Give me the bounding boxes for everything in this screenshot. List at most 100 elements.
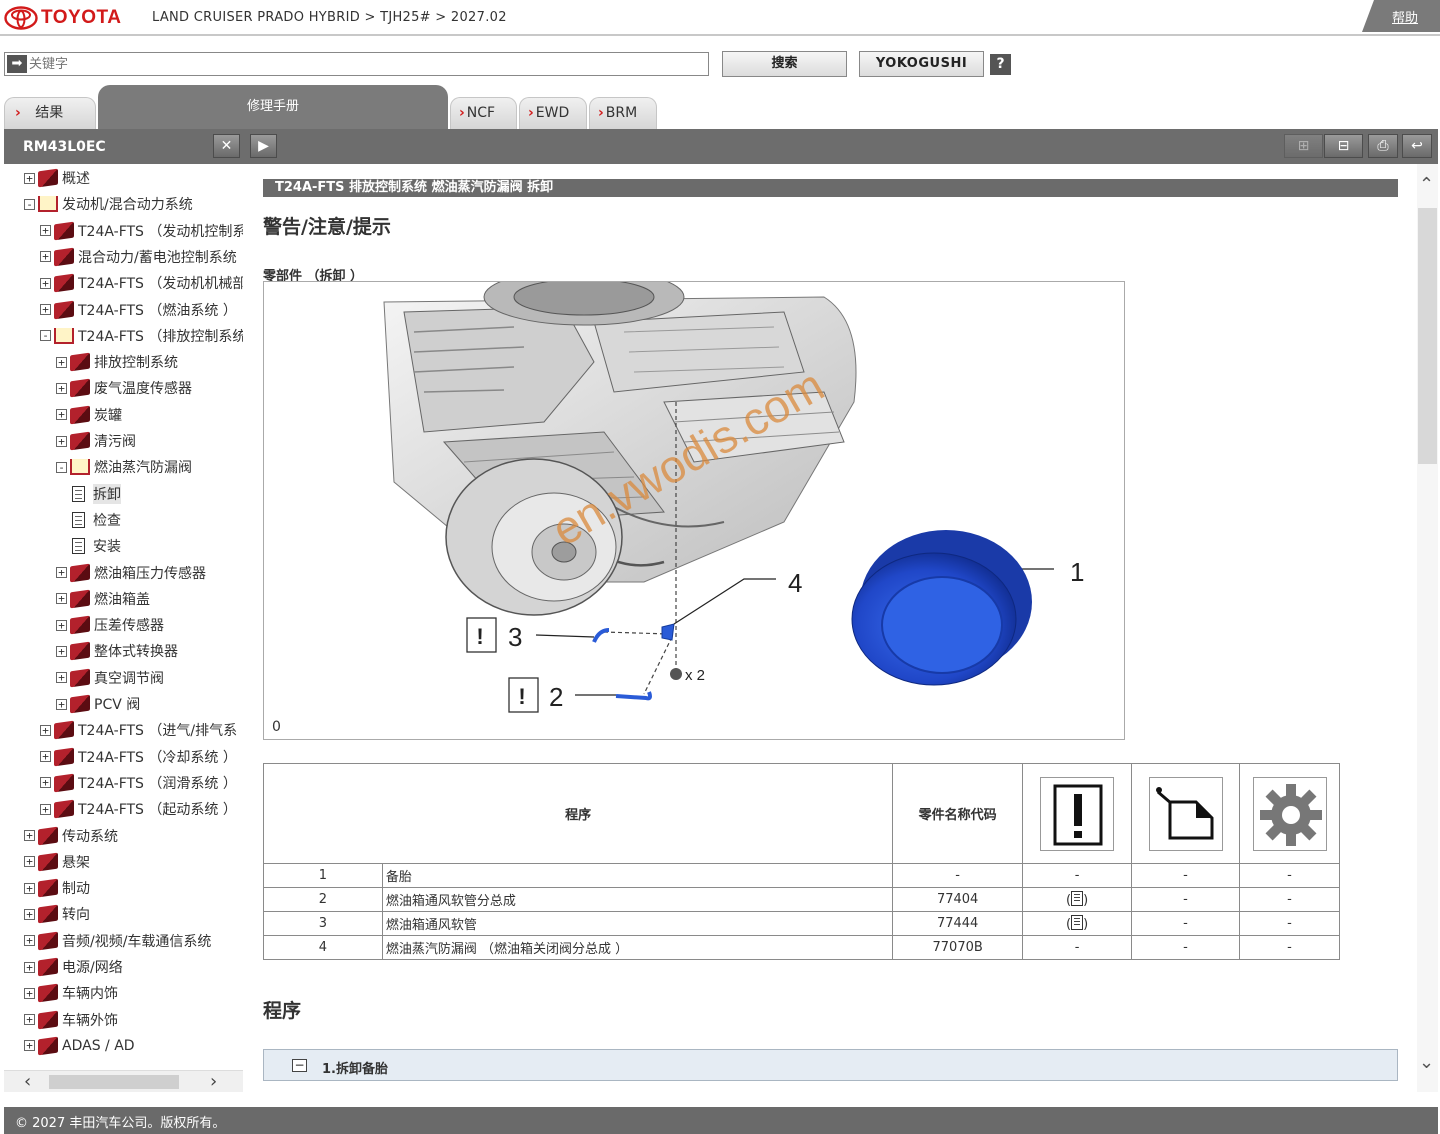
scroll-left-icon[interactable]: ‹: [24, 1071, 31, 1092]
expand-node-icon[interactable]: +: [56, 593, 67, 605]
tab-ewd-label: EWD: [535, 105, 570, 121]
tree-item-label: 燃油箱压力传感器: [94, 565, 206, 582]
expand-node-icon[interactable]: +: [56, 619, 67, 631]
expand-node-icon[interactable]: +: [24, 987, 35, 999]
tree-item[interactable]: 拆卸: [72, 483, 121, 505]
tree-item[interactable]: 安装: [72, 535, 121, 557]
expand-node-icon[interactable]: +: [56, 356, 67, 368]
tab-ewd[interactable]: › EWD: [519, 97, 587, 129]
tab-repair-manual[interactable]: 修理手册: [98, 85, 448, 130]
tree-item[interactable]: 检查: [72, 509, 121, 531]
collapse-node-icon[interactable]: -: [40, 330, 51, 342]
expand-node-icon[interactable]: +: [24, 830, 35, 841]
help-question-icon[interactable]: ?: [990, 54, 1011, 75]
expand-node-icon[interactable]: +: [56, 645, 67, 657]
procedure-step-bar[interactable]: − 1.拆卸备胎: [263, 1049, 1398, 1081]
tree-item[interactable]: + 悬架: [24, 851, 90, 873]
scroll-down-icon[interactable]: ⌄: [1419, 1052, 1434, 1073]
expand-node-icon[interactable]: +: [24, 1014, 35, 1026]
tree-item[interactable]: + T24A-FTS （燃油系统 ）: [40, 299, 237, 321]
expand-node-icon[interactable]: +: [40, 803, 51, 815]
expand-panel-button[interactable]: ▶: [250, 134, 277, 158]
expand-node-icon[interactable]: +: [40, 251, 51, 263]
collapse-step-icon[interactable]: −: [292, 1059, 307, 1072]
expand-node-icon[interactable]: +: [24, 1040, 35, 1052]
expand-node-icon[interactable]: +: [40, 225, 51, 237]
expand-node-icon[interactable]: +: [40, 751, 51, 763]
closed-book-icon: [70, 615, 90, 635]
tree-item[interactable]: + 燃油箱盖: [56, 588, 150, 610]
print-button[interactable]: ⎙: [1368, 134, 1398, 158]
expand-node-icon[interactable]: +: [24, 172, 35, 184]
help-link[interactable]: 帮助: [1392, 7, 1418, 26]
tree-item[interactable]: + 清污阀: [56, 430, 136, 452]
tree-item[interactable]: + 音频/视频/车载通信系统: [24, 930, 211, 952]
expand-node-icon[interactable]: +: [40, 724, 51, 736]
tree-item[interactable]: + T24A-FTS （冷却系统 ）: [40, 746, 237, 768]
tree-item[interactable]: + PCV 阀: [56, 693, 140, 715]
expand-all-button[interactable]: ⊞: [1284, 134, 1323, 158]
expand-node-icon[interactable]: +: [56, 672, 67, 684]
search-button[interactable]: 搜索: [722, 51, 847, 77]
expand-node-icon[interactable]: +: [24, 856, 35, 868]
scroll-up-icon[interactable]: ⌃: [1419, 174, 1434, 195]
tree-item[interactable]: + 车辆外饰: [24, 1009, 118, 1031]
tree-item[interactable]: + T24A-FTS （发动机控制系: [40, 220, 243, 242]
collapse-node-icon[interactable]: -: [24, 198, 35, 210]
tree-item[interactable]: + 电源/网络: [24, 956, 123, 978]
scroll-right-icon[interactable]: ›: [210, 1071, 217, 1092]
tree-item[interactable]: + ADAS / AD: [24, 1035, 135, 1057]
return-arrow-icon: ↩: [1411, 138, 1423, 154]
back-button[interactable]: ↩: [1402, 134, 1432, 158]
tree-horizontal-scrollbar[interactable]: ‹ ›: [4, 1070, 243, 1092]
tree-item[interactable]: + T24A-FTS （起动系统 ）: [40, 798, 237, 820]
tree-item[interactable]: + 转向: [24, 903, 90, 925]
expand-node-icon[interactable]: +: [40, 304, 51, 315]
tree-item[interactable]: + 废气温度传感器: [56, 377, 192, 399]
expand-node-icon[interactable]: +: [24, 908, 35, 920]
tree-item[interactable]: - T24A-FTS （排放控制系统: [40, 325, 243, 347]
closed-book-icon: [54, 221, 74, 240]
content-vertical-scrollbar[interactable]: ⌃ ⌄: [1417, 164, 1438, 1092]
tree-item[interactable]: + 车辆内饰: [24, 982, 118, 1004]
column-header-settings: [1239, 763, 1340, 864]
expand-node-icon[interactable]: +: [24, 935, 35, 947]
tree-item[interactable]: + 真空调节阀: [56, 667, 164, 689]
expand-node-icon[interactable]: +: [56, 382, 67, 394]
tree-item[interactable]: + 制动: [24, 877, 90, 899]
expand-node-icon[interactable]: +: [56, 698, 67, 710]
close-tree-button[interactable]: ✕: [213, 134, 240, 158]
tree-item[interactable]: + 压差传感器: [56, 614, 164, 636]
scroll-thumb[interactable]: [49, 1075, 179, 1089]
tree-item[interactable]: + T24A-FTS （进气/排气系: [40, 719, 237, 741]
tree-item[interactable]: + 炭罐: [56, 404, 122, 426]
expand-node-icon[interactable]: +: [40, 277, 51, 289]
tree-item[interactable]: + 混合动力/蓄电池控制系统: [40, 246, 237, 268]
tree-item[interactable]: + 概述: [24, 167, 90, 189]
expand-node-icon[interactable]: +: [40, 777, 51, 789]
expand-node-icon[interactable]: +: [56, 409, 67, 421]
callout-4: 4: [788, 568, 802, 598]
collapse-node-icon[interactable]: -: [56, 461, 67, 473]
yokogushi-button[interactable]: YOKOGUSHI: [859, 51, 984, 77]
tab-brm[interactable]: › BRM: [589, 97, 657, 129]
tree-item[interactable]: + 整体式转换器: [56, 640, 178, 662]
document-link-icon[interactable]: [1071, 891, 1084, 906]
search-input[interactable]: [29, 55, 699, 73]
tree-item[interactable]: - 燃油蒸汽防漏阀: [56, 456, 192, 478]
tree-item[interactable]: + 燃油箱压力传感器: [56, 562, 206, 584]
expand-node-icon[interactable]: +: [24, 882, 35, 894]
tree-item[interactable]: - 发动机/混合动力系统: [24, 193, 193, 215]
tab-results[interactable]: › 结果: [4, 97, 96, 129]
tree-item[interactable]: + T24A-FTS （润滑系统 ）: [40, 772, 237, 794]
collapse-all-button[interactable]: ⊟: [1324, 134, 1363, 158]
scroll-thumb[interactable]: [1418, 208, 1437, 464]
expand-node-icon[interactable]: +: [24, 961, 35, 973]
expand-node-icon[interactable]: +: [56, 567, 67, 578]
document-link-icon[interactable]: [1071, 915, 1084, 930]
tree-item[interactable]: + T24A-FTS （发动机机械部: [40, 272, 243, 294]
tree-item[interactable]: + 传动系统: [24, 825, 118, 847]
tab-ncf[interactable]: › NCF: [450, 97, 517, 129]
expand-node-icon[interactable]: +: [56, 435, 67, 447]
tree-item[interactable]: + 排放控制系统: [56, 351, 178, 373]
